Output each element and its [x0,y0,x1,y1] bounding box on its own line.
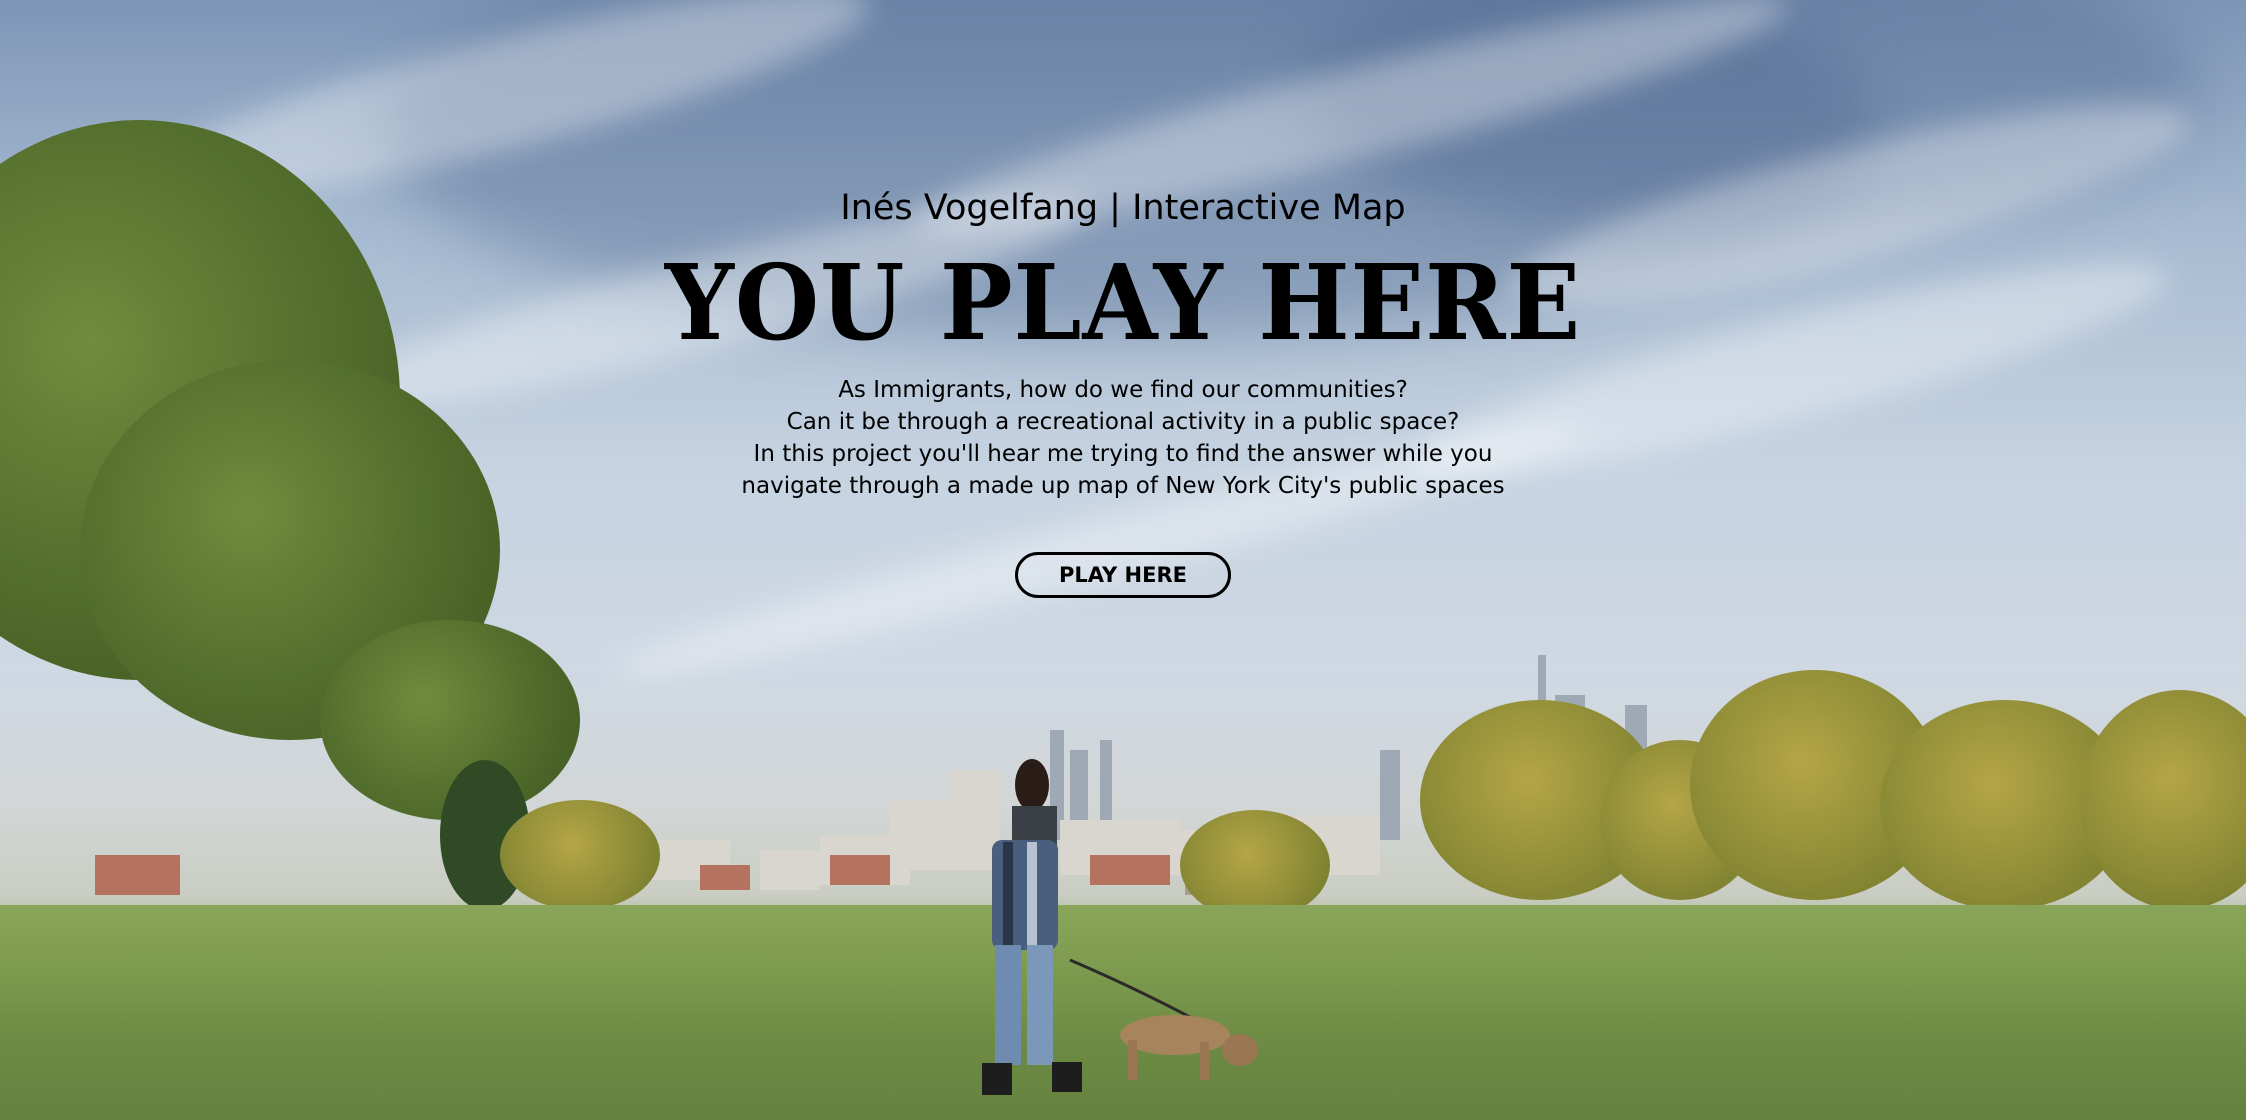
play-here-button[interactable]: PLAY HERE [1015,552,1231,598]
intro-line: As Immigrants, how do we find our commun… [838,377,1408,403]
intro-line: Can it be through a recreational activit… [786,409,1460,435]
intro-paragraph: As Immigrants, how do we find our commun… [0,374,2246,502]
intro-line: In this project you'll hear me trying to… [753,441,1493,467]
site-title: Inés Vogelfang | Interactive Map [840,188,1406,228]
hero-heading: YOU PLAY HERE [664,241,1582,364]
intro-line: navigate through a made up map of New Yo… [741,473,1505,499]
